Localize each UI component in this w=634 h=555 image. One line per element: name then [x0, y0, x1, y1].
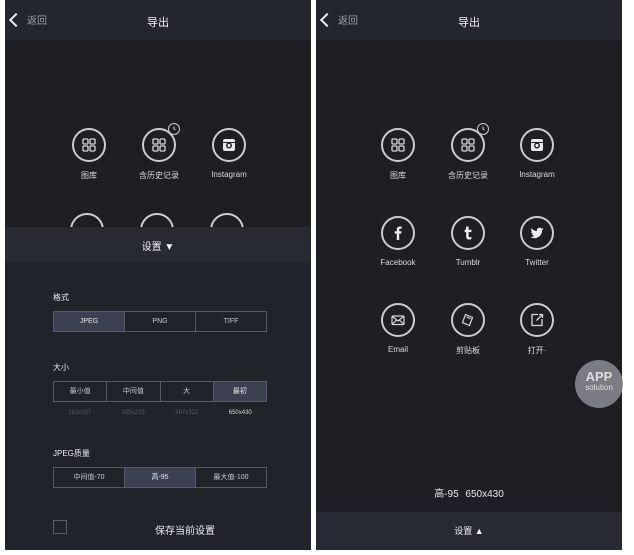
- tumblr-icon: [451, 216, 485, 250]
- grid-history-icon: [451, 123, 489, 162]
- size-dim-large: 487x322: [175, 410, 199, 416]
- size-label: 大小: [53, 363, 69, 372]
- nav-bar: 返回 导出: [5, 0, 311, 40]
- format-option-tiff[interactable]: TIFF: [196, 312, 266, 331]
- settings-header-label: 设置 ▼: [141, 242, 175, 253]
- size-dim-min: 162x107: [68, 410, 92, 416]
- email-icon: [381, 303, 415, 337]
- instagram-icon: [212, 128, 246, 162]
- icon-label: 含历史记录: [448, 171, 488, 180]
- icon-label: 图库: [81, 171, 97, 180]
- size-option-medium[interactable]: 中间值: [107, 382, 161, 401]
- format-option-jpeg[interactable]: JPEG: [54, 312, 125, 331]
- grid-history-icon: [142, 123, 180, 162]
- icon-label: 剪贴板: [456, 346, 480, 355]
- format-selector: JPEG PNG TIFF: [53, 311, 267, 332]
- icon-label: Instagram: [211, 170, 247, 179]
- share-instagram[interactable]: Instagram: [502, 128, 572, 179]
- right-screen: 返回 导出 图库 含历史记录 Instagram Facebook Tumblr: [316, 0, 622, 550]
- quality-selector: 中间值-70 高-95 最大值-100: [53, 467, 267, 488]
- share-gallery[interactable]: 图库: [363, 128, 433, 181]
- logo-line2: solution: [585, 383, 613, 392]
- grid-icon: [72, 128, 106, 162]
- icon-label: 打开·: [527, 346, 547, 355]
- facebook-icon: [381, 216, 415, 250]
- share-twitter[interactable]: Twitter: [502, 216, 572, 267]
- size-option-large[interactable]: 大: [161, 382, 214, 401]
- icon-label: Twitter: [525, 258, 549, 267]
- save-settings-checkbox[interactable]: [53, 520, 67, 534]
- clock-icon: [168, 123, 180, 135]
- share-instagram[interactable]: Instagram: [194, 128, 264, 179]
- share-with-history[interactable]: 含历史记录: [433, 123, 503, 181]
- quality-label: JPEG质量: [53, 449, 90, 458]
- icon-label: Email: [387, 345, 408, 354]
- clipboard-icon: [451, 303, 485, 337]
- nav-bar: 返回 导出: [316, 0, 622, 40]
- share-tumblr[interactable]: Tumblr: [433, 216, 503, 267]
- icon-label: Instagram: [519, 170, 555, 179]
- icon-label: 含历史记录: [139, 171, 179, 180]
- grid-icon: [381, 128, 415, 162]
- instagram-icon: [520, 128, 554, 162]
- share-clipboard[interactable]: 剪贴板: [433, 303, 503, 356]
- save-settings-label: 保存当前设置: [155, 526, 215, 537]
- settings-toggle[interactable]: 设置 ▲: [316, 512, 622, 550]
- settings-panel: [5, 262, 311, 550]
- size-option-min[interactable]: 最小值: [54, 382, 108, 401]
- quality-option-high[interactable]: 高-95: [125, 468, 196, 487]
- open-in[interactable]: 打开·: [502, 303, 572, 356]
- share-facebook[interactable]: Facebook: [363, 216, 433, 267]
- icon-label: Facebook: [380, 258, 416, 267]
- format-option-png[interactable]: PNG: [125, 312, 196, 331]
- size-dimensions: 162x107 325x215 487x322 650x430: [53, 410, 267, 416]
- share-gallery[interactable]: 图库: [54, 128, 124, 181]
- export-summary: 高-95 650x430: [434, 489, 504, 500]
- size-dim-original: 650x430: [228, 410, 252, 416]
- settings-toggle-label: 设置 ▲: [454, 526, 484, 536]
- size-selector: 最小值 中间值 大 最初: [53, 381, 267, 402]
- settings-toggle[interactable]: 设置 ▼: [5, 227, 311, 262]
- clock-icon: [477, 123, 489, 135]
- icon-label: 图库: [390, 171, 406, 180]
- logo-line1: APP: [585, 369, 613, 384]
- quality-option-medium[interactable]: 中间值-70: [54, 468, 125, 487]
- page-title: 导出: [147, 17, 169, 29]
- twitter-icon: [520, 216, 554, 250]
- size-option-original[interactable]: 最初: [213, 382, 266, 401]
- app-solution-logo: APP solution: [575, 360, 623, 408]
- size-dim-medium: 325x215: [121, 410, 145, 416]
- share-with-history[interactable]: 含历史记录: [124, 123, 194, 181]
- share-email[interactable]: Email: [363, 303, 433, 354]
- quality-option-max[interactable]: 最大值-100: [196, 468, 266, 487]
- icon-label: Tumblr: [455, 258, 481, 267]
- open-in-icon: [520, 303, 554, 337]
- format-label: 格式: [53, 293, 69, 302]
- page-title: 导出: [458, 17, 480, 29]
- left-screen: 返回 导出 图库 含历史记录 Instagram 设置 ▼ 格式 JPEG PN…: [5, 0, 311, 550]
